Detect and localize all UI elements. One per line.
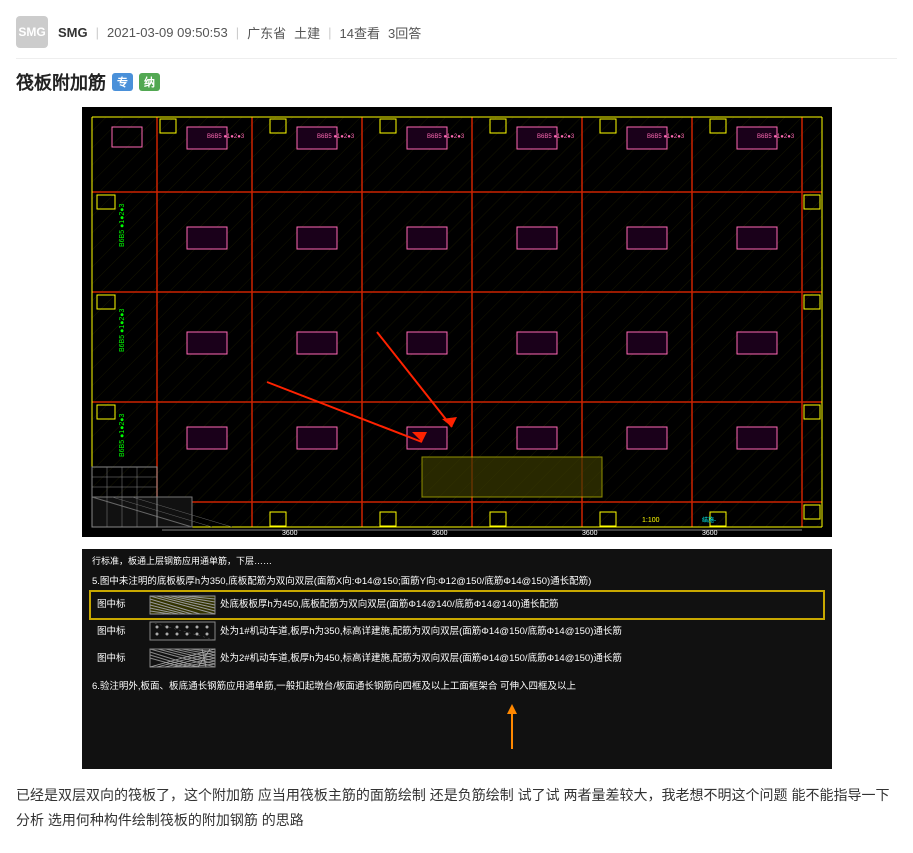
svg-text:图中标: 图中标	[97, 625, 126, 637]
cad-image-container-2: 行标准，板通上层钢筋应用通单筋，下层…… 5.图中未注明的底板板厚h为350,底…	[16, 549, 897, 769]
svg-text:3600: 3600	[582, 530, 598, 537]
cad-image-1: B6B5 ●1●2●3 B6B5 ●1●2●3 B6B5 ●1●2●3 B6B5…	[82, 107, 832, 537]
svg-text:B6B5 ●1●2●3: B6B5 ●1●2●3	[537, 134, 575, 140]
svg-text:1:100: 1:100	[642, 517, 660, 524]
post-title: 筏板附加筋 专 纳	[16, 69, 897, 95]
avatar: SMG	[16, 16, 48, 48]
svg-text:处底板板厚h为450,底板配筋为双向双层(面筋Φ14@140: 处底板板厚h为450,底板配筋为双向双层(面筋Φ14@140/底筋Φ14@140…	[220, 598, 559, 610]
svg-text:B6B5 ●1●2●3: B6B5 ●1●2●3	[207, 134, 245, 140]
cad-image-2: 行标准，板通上层钢筋应用通单筋，下层…… 5.图中未注明的底板板厚h为350,底…	[82, 549, 832, 769]
svg-text:B6B5 ●1●2●3: B6B5 ●1●2●3	[757, 134, 795, 140]
svg-text:图中标: 图中标	[97, 598, 126, 610]
header-bar: SMG SMG | 2021-03-09 09:50:53 | 广东省 土建 |…	[16, 10, 897, 59]
svg-text:B6B5 ●1●2●3: B6B5 ●1●2●3	[119, 308, 126, 352]
page-container: SMG SMG | 2021-03-09 09:50:53 | 广东省 土建 |…	[0, 0, 913, 853]
cad-image-container-1: B6B5 ●1●2●3 B6B5 ●1●2●3 B6B5 ●1●2●3 B6B5…	[16, 107, 897, 537]
location-type: 土建	[294, 23, 320, 42]
svg-text:B6B5 ●1●2●3: B6B5 ●1●2●3	[647, 134, 685, 140]
svg-text:B6B5 ●1●2●3: B6B5 ●1●2●3	[119, 203, 126, 247]
username: SMG	[58, 25, 88, 40]
svg-text:B6B5 ●1●2●3: B6B5 ●1●2●3	[119, 413, 126, 457]
badge-expert: 专	[112, 73, 133, 91]
post-date: 2021-03-09 09:50:53	[107, 25, 228, 40]
post-body-text: 已经是双层双向的筏板了，这个附加筋 应当用筏板主筋的面筋绘制 还是负筋绘制 试了…	[16, 787, 889, 828]
answer-count: 3回答	[388, 23, 421, 42]
svg-text:B6B5 ●1●2●3: B6B5 ●1●2●3	[427, 134, 465, 140]
view-count: 14查看	[340, 23, 380, 42]
svg-text:行标准，板通上层钢筋应用通单筋，下层……: 行标准，板通上层钢筋应用通单筋，下层……	[92, 555, 272, 566]
header-meta: SMG | 2021-03-09 09:50:53 | 广东省 土建 | 14查…	[58, 23, 421, 42]
post-body: 已经是双层双向的筏板了，这个附加筋 应当用筏板主筋的面筋绘制 还是负筋绘制 试了…	[16, 783, 897, 843]
svg-text:5.图中未注明的底板板厚h为350,底板配筋为双向双层(面筋: 5.图中未注明的底板板厚h为350,底板配筋为双向双层(面筋X向:Φ14@150…	[92, 575, 591, 587]
cad-svg-2: 行标准，板通上层钢筋应用通单筋，下层…… 5.图中未注明的底板板厚h为350,底…	[82, 549, 832, 769]
svg-text:结施-: 结施-	[702, 516, 716, 524]
svg-text:3600: 3600	[702, 530, 718, 537]
svg-text:处为1#机动车道,板厚h为350,标高详建施,配筋为双向双层: 处为1#机动车道,板厚h为350,标高详建施,配筋为双向双层(面筋Φ14@150…	[220, 625, 622, 637]
svg-text:6.验注明外,板面、板底通长钢筋应用通单筋,一般扣起墩台/板: 6.验注明外,板面、板底通长钢筋应用通单筋,一般扣起墩台/板面通长钢筋向四框及以…	[92, 680, 576, 692]
svg-text:3600: 3600	[432, 530, 448, 537]
cad-svg-1: B6B5 ●1●2●3 B6B5 ●1●2●3 B6B5 ●1●2●3 B6B5…	[82, 107, 832, 537]
svg-text:3600: 3600	[282, 530, 298, 537]
svg-text:处为2#机动车道,板厚h为450,标高详建施,配筋为双向双层: 处为2#机动车道,板厚h为450,标高详建施,配筋为双向双层(面筋Φ14@150…	[220, 652, 622, 664]
badge-collect: 纳	[139, 73, 160, 91]
svg-text:B6B5 ●1●2●3: B6B5 ●1●2●3	[317, 134, 355, 140]
svg-text:图中标: 图中标	[97, 652, 126, 664]
location-province: 广东省	[247, 23, 286, 42]
